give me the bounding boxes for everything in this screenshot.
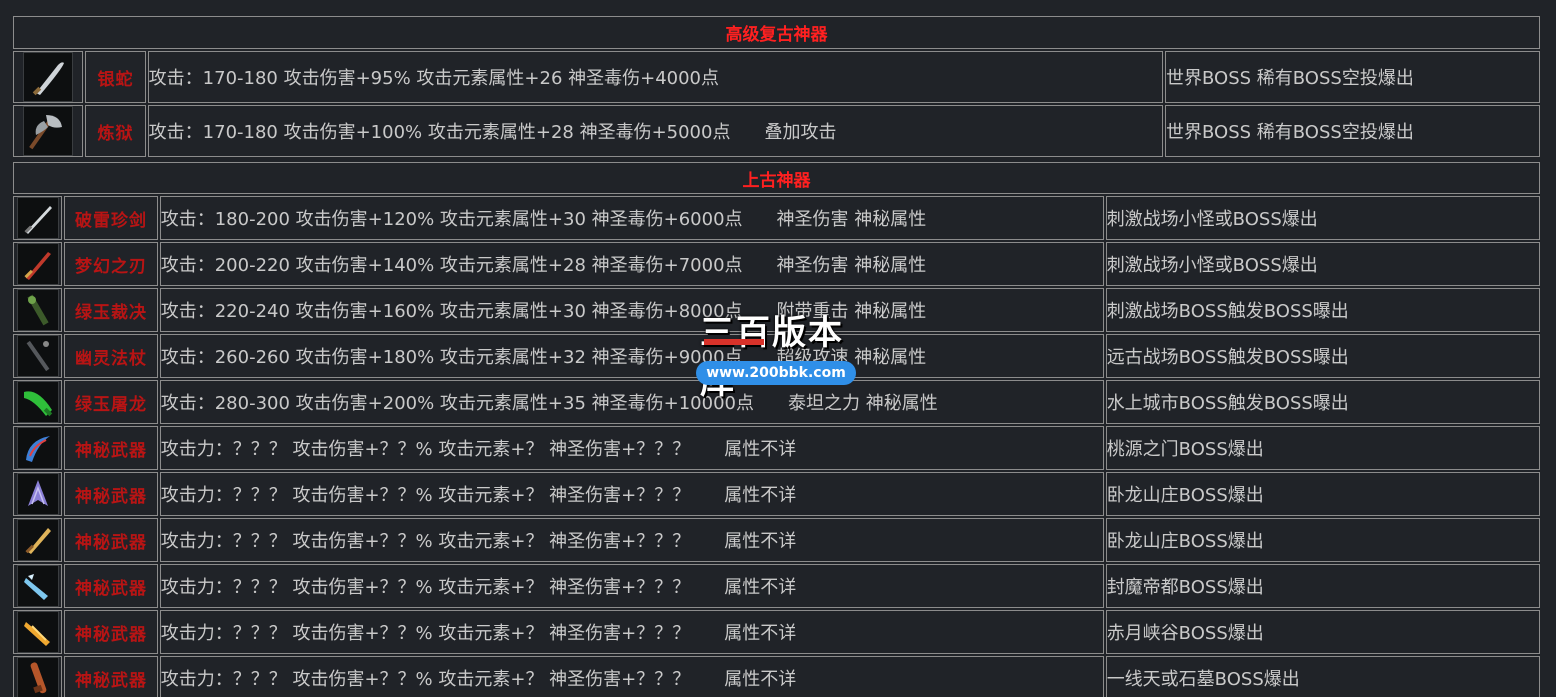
item-extra: 属性不详 — [724, 439, 797, 460]
curved-blade-icon — [23, 52, 74, 102]
item-source: 封魔帝都BOSS爆出 — [1105, 564, 1540, 608]
item-source: 世界BOSS 稀有BOSS空投爆出 — [1165, 105, 1540, 157]
table-row: 神秘武器 攻击力：？？？ 攻击伤害+？？% 攻击元素+？ 神圣伤害+？？？ 属性不… — [13, 518, 1540, 562]
item-source: 远古战场BOSS触发BOSS曝出 — [1105, 334, 1540, 378]
item-name: 破雷珍剑 — [64, 196, 158, 240]
item-stats: 攻击力：？？？ 攻击伤害+？？% 攻击元素+？ 神圣伤害+？？？ 属性不详 — [159, 564, 1104, 608]
table-row: 银蛇 攻击：170-180 攻击伤害+95% 攻击元素属性+26 神圣毒伤+40… — [13, 51, 1540, 103]
item-source: 桃源之门BOSS爆出 — [1105, 426, 1540, 470]
item-extra: 叠加攻击 — [764, 122, 837, 143]
silver-sword-icon — [16, 197, 59, 239]
item-source: 刺激战场小怪或BOSS爆出 — [1105, 196, 1540, 240]
item-source: 水上城市BOSS触发BOSS曝出 — [1105, 380, 1540, 424]
item-stats: 攻击力：？？？ 攻击伤害+？？% 攻击元素+？ 神圣伤害+？？？ 属性不详 — [159, 610, 1104, 654]
item-name: 神秘武器 — [64, 518, 158, 562]
item-name: 神秘武器 — [64, 610, 158, 654]
item-name: 神秘武器 — [64, 656, 158, 697]
item-stats: 攻击：180-200 攻击伤害+120% 攻击元素属性+30 神圣毒伤+6000… — [159, 196, 1104, 240]
item-source: 世界BOSS 稀有BOSS空投爆出 — [1165, 51, 1540, 103]
table-row: 梦幻之刃 攻击：200-220 攻击伤害+140% 攻击元素属性+28 神圣毒伤… — [13, 242, 1540, 286]
item-source: 赤月峡谷BOSS爆出 — [1105, 610, 1540, 654]
item-extra: 属性不详 — [724, 577, 797, 598]
item-extra: 属性不详 — [724, 531, 797, 552]
item-stats: 攻击：280-300 攻击伤害+200% 攻击元素属性+35 神圣毒伤+1000… — [159, 380, 1104, 424]
item-extra: 属性不详 — [724, 485, 797, 506]
item-stats: 攻击：200-220 攻击伤害+140% 攻击元素属性+28 神圣毒伤+7000… — [159, 242, 1104, 286]
item-name: 幽灵法杖 — [64, 334, 158, 378]
table-row: 炼狱 攻击：170-180 攻击伤害+100% 攻击元素属性+28 神圣毒伤+5… — [13, 105, 1540, 157]
item-stats: 攻击：170-180 攻击伤害+100% 攻击元素属性+28 神圣毒伤+5000… — [147, 105, 1163, 157]
jade-staff-icon — [16, 289, 59, 331]
item-extra: 神圣伤害 神秘属性 — [776, 209, 927, 230]
golden-sword-icon — [16, 519, 59, 561]
item-name: 绿玉屠龙 — [64, 380, 158, 424]
flame-sword-icon — [16, 611, 59, 653]
watermark-title: 三百版本库 — [700, 313, 844, 402]
item-name: 神秘武器 — [64, 564, 158, 608]
crystal-blade-icon — [16, 473, 59, 515]
weapon-guide-page: 高级复古神器 银蛇 攻击：170-180 攻击伤害+95% 攻击元素属性+26 … — [0, 0, 1556, 697]
item-extra: 神圣伤害 神秘属性 — [776, 255, 927, 276]
item-stats: 攻击：170-180 攻击伤害+95% 攻击元素属性+26 神圣毒伤+4000点 — [147, 51, 1163, 103]
item-stats: 攻击力：？？？ 攻击伤害+？？% 攻击元素+？ 神圣伤害+？？？ 属性不详 — [159, 426, 1104, 470]
item-name: 神秘武器 — [64, 472, 158, 516]
item-stats: 攻击力：？？？ 攻击伤害+？？% 攻击元素+？ 神圣伤害+？？？ 属性不详 — [159, 656, 1104, 697]
item-source: 刺激战场BOSS触发BOSS曝出 — [1105, 288, 1540, 332]
hook-blade-icon — [16, 427, 59, 469]
table-advanced-retro-artifacts: 高级复古神器 银蛇 攻击：170-180 攻击伤害+95% 攻击元素属性+26 … — [11, 14, 1542, 159]
item-name: 炼狱 — [85, 105, 146, 157]
item-stats: 攻击力：？？？ 攻击伤害+？？% 攻击元素+？ 神圣伤害+？？？ 属性不详 — [159, 472, 1104, 516]
watermark: 三百版本库 www.200bbk.com — [696, 305, 862, 402]
table-row: 神秘武器 攻击力：？？？ 攻击伤害+？？% 攻击元素+？ 神圣伤害+？？？ 属性不… — [13, 472, 1540, 516]
dark-staff-icon — [16, 335, 59, 377]
item-source: 卧龙山庄BOSS爆出 — [1105, 518, 1540, 562]
item-stats: 攻击力：？？？ 攻击伤害+？？% 攻击元素+？ 神圣伤害+？？？ 属性不详 — [159, 518, 1104, 562]
jade-dragon-icon — [16, 381, 59, 423]
item-stats: 攻击：220-240 攻击伤害+160% 攻击元素属性+30 神圣毒伤+8000… — [159, 288, 1104, 332]
item-name: 银蛇 — [85, 51, 146, 103]
section-title: 高级复古神器 — [13, 16, 1540, 49]
item-source: 卧龙山庄BOSS爆出 — [1105, 472, 1540, 516]
item-name: 神秘武器 — [64, 426, 158, 470]
ice-blade-icon — [16, 565, 59, 607]
item-stats: 攻击：260-260 攻击伤害+180% 攻击元素属性+32 神圣毒伤+9000… — [159, 334, 1104, 378]
item-extra: 属性不详 — [724, 669, 797, 690]
red-sword-icon — [16, 243, 59, 285]
table-row: 神秘武器 攻击力：？？？ 攻击伤害+？？% 攻击元素+？ 神圣伤害+？？？ 属性不… — [13, 610, 1540, 654]
section-title: 上古神器 — [13, 162, 1540, 194]
item-extra: 属性不详 — [724, 623, 797, 644]
table-ancient-artifacts: 上古神器 破雷珍剑 攻击：180-200 攻击伤害+120% 攻击元素属性+30… — [11, 160, 1542, 697]
table-row: 破雷珍剑 攻击：180-200 攻击伤害+120% 攻击元素属性+30 神圣毒伤… — [13, 196, 1540, 240]
table-row: 神秘武器 攻击力：？？？ 攻击伤害+？？% 攻击元素+？ 神圣伤害+？？？ 属性不… — [13, 564, 1540, 608]
bronze-club-icon — [16, 657, 59, 697]
item-source: 一线天或石墓BOSS爆出 — [1105, 656, 1540, 697]
item-name: 绿玉裁决 — [64, 288, 158, 332]
table-row: 神秘武器 攻击力：？？？ 攻击伤害+？？% 攻击元素+？ 神圣伤害+？？？ 属性不… — [13, 426, 1540, 470]
item-name: 梦幻之刃 — [64, 242, 158, 286]
item-source: 刺激战场小怪或BOSS爆出 — [1105, 242, 1540, 286]
watermark-url: www.200bbk.com — [696, 361, 856, 385]
watermark-underline — [704, 339, 764, 345]
table-row: 神秘武器 攻击力：？？？ 攻击伤害+？？% 攻击元素+？ 神圣伤害+？？？ 属性不… — [13, 656, 1540, 697]
battle-axe-icon — [23, 106, 74, 156]
